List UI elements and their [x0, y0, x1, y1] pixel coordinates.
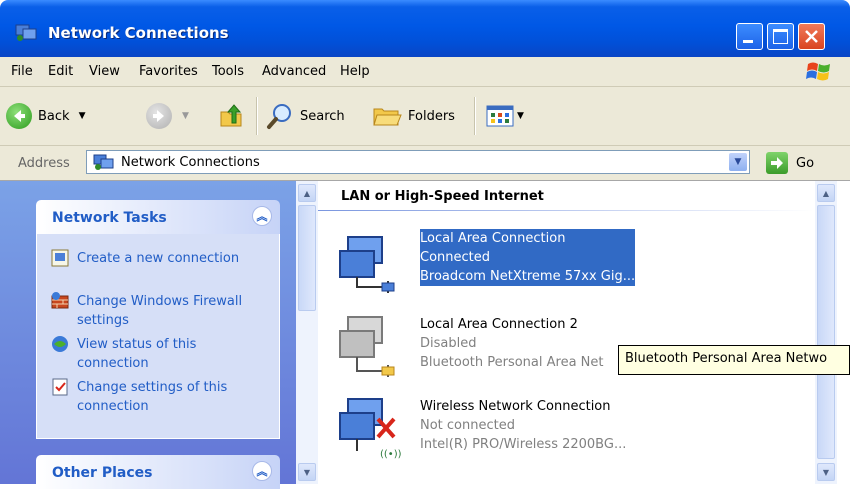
- back-arrow-icon: [6, 103, 32, 129]
- task-pane-scrollbar[interactable]: ▲ ▼: [296, 181, 318, 484]
- search-icon: [267, 104, 291, 129]
- connection-details: Local Area Connection Connected Broadcom…: [420, 229, 636, 286]
- connection-name: Local Area Connection: [420, 229, 636, 248]
- connection-status: Disabled: [420, 336, 477, 351]
- chevron-down-icon: ▼: [822, 467, 830, 477]
- connection-status: Connected: [420, 248, 636, 267]
- network-connections-icon: [93, 154, 114, 170]
- task-label: Create a new connection: [77, 251, 240, 266]
- search-label: Search: [300, 108, 345, 124]
- scroll-thumb[interactable]: [817, 205, 835, 459]
- chevron-down-icon: ▼: [734, 157, 742, 167]
- chevron-up-icon: ▲: [822, 188, 830, 198]
- connections-scrollbar[interactable]: ▲ ▼: [815, 181, 837, 484]
- lan-connection-icon: [339, 236, 395, 293]
- task-create-connection[interactable]: Create a new connection: [51, 249, 257, 268]
- collapse-chevron-icon[interactable]: ︽: [252, 461, 272, 481]
- address-label: Address: [18, 156, 70, 171]
- go-button[interactable]: [766, 152, 788, 174]
- back-button[interactable]: Back ▼: [6, 87, 85, 145]
- network-tasks-panel: Create a new connection Change Windows F…: [36, 234, 280, 439]
- scroll-thumb[interactable]: [298, 205, 316, 311]
- close-button[interactable]: [798, 23, 825, 50]
- folders-icon: [373, 108, 402, 126]
- up-folder-icon: [220, 104, 242, 127]
- network-tasks-header[interactable]: Network Tasks ︽: [36, 200, 280, 234]
- menu-help[interactable]: Help: [340, 64, 370, 79]
- forward-dropdown-icon[interactable]: ▼: [182, 111, 189, 121]
- go-label[interactable]: Go: [796, 156, 814, 171]
- lan-connection-disabled-icon: [339, 316, 395, 377]
- windows-logo-icon: [806, 62, 830, 81]
- menu-advanced[interactable]: Advanced: [262, 64, 326, 79]
- forward-button[interactable]: ▼: [146, 87, 189, 145]
- address-value: Network Connections: [121, 155, 260, 170]
- connection-device: Broadcom NetXtreme 57xx Gig...: [420, 267, 636, 286]
- menu-bar: File Edit View Favorites Tools Advanced …: [0, 57, 850, 87]
- task-label: Change settings of this connection: [77, 380, 228, 414]
- minimize-button[interactable]: [736, 23, 763, 50]
- group-divider: [318, 210, 814, 211]
- close-icon: [805, 30, 818, 43]
- other-places-title: Other Places: [52, 465, 153, 481]
- back-label: Back: [38, 108, 70, 124]
- connection-status: Not connected: [420, 418, 515, 433]
- views-button[interactable]: ▼: [486, 87, 524, 145]
- task-change-settings[interactable]: Change settings of this connection: [51, 378, 257, 416]
- firewall-icon: [51, 292, 69, 309]
- address-dropdown-button[interactable]: ▼: [729, 153, 747, 171]
- forward-arrow-icon: [146, 103, 172, 129]
- task-label: Change Windows Firewall settings: [77, 294, 243, 328]
- folders-button[interactable]: Folders: [372, 87, 455, 145]
- back-dropdown-icon[interactable]: ▼: [79, 111, 86, 121]
- scroll-down-button[interactable]: ▼: [298, 463, 316, 481]
- chevron-up-icon: ▲: [303, 188, 311, 198]
- scroll-up-button[interactable]: ▲: [298, 184, 316, 202]
- views-icon: [486, 105, 514, 127]
- address-field[interactable]: Network Connections ▼: [86, 150, 750, 174]
- task-label: View status of this connection: [77, 337, 197, 371]
- address-bar: Address Network Connections ▼ Go: [0, 146, 850, 181]
- maximize-button[interactable]: [767, 23, 794, 50]
- connection-details: Wireless Network Connection Not connecte…: [420, 397, 626, 454]
- connections-list: LAN or High-Speed Internet Local Area Co…: [318, 181, 814, 484]
- svg-text:((•)): ((•)): [380, 449, 402, 460]
- scroll-down-button[interactable]: ▼: [817, 463, 835, 481]
- scroll-up-button[interactable]: ▲: [817, 184, 835, 202]
- status-icon: [52, 336, 68, 352]
- minimize-icon: [743, 40, 753, 43]
- menu-view[interactable]: View: [89, 64, 120, 79]
- maximize-icon: [773, 29, 788, 44]
- collapse-chevron-icon[interactable]: ︽: [252, 206, 272, 226]
- task-change-firewall[interactable]: Change Windows Firewall settings: [51, 292, 257, 330]
- wireless-connection-icon: ((•)): [339, 398, 402, 460]
- menu-file[interactable]: File: [11, 64, 33, 79]
- new-connection-icon: [51, 249, 69, 267]
- folders-label: Folders: [408, 108, 455, 124]
- go-arrow-icon: [771, 157, 783, 169]
- group-header: LAN or High-Speed Internet: [341, 189, 544, 204]
- menu-favorites[interactable]: Favorites: [139, 64, 198, 79]
- connection-device: Intel(R) PRO/Wireless 2200BG...: [420, 437, 627, 452]
- chevron-down-icon: ▼: [303, 467, 311, 477]
- title-bar: Network Connections: [0, 0, 850, 57]
- network-tasks-title: Network Tasks: [52, 210, 167, 226]
- search-button[interactable]: Search: [266, 87, 345, 145]
- connection-details: Local Area Connection 2 Disabled Bluetoo…: [420, 315, 604, 372]
- menu-tools[interactable]: Tools: [212, 64, 244, 79]
- tooltip: Bluetooth Personal Area Netwo: [618, 345, 850, 375]
- window-title: Network Connections: [48, 24, 229, 42]
- network-connections-icon: [15, 24, 37, 41]
- menu-edit[interactable]: Edit: [48, 64, 73, 79]
- connection-name: Local Area Connection 2: [420, 317, 578, 332]
- views-dropdown-icon[interactable]: ▼: [517, 111, 524, 121]
- up-folder-button[interactable]: [218, 87, 244, 145]
- standard-toolbar: Back ▼ ▼ Search Folders ▼: [0, 87, 850, 146]
- connection-device: Bluetooth Personal Area Net: [420, 355, 604, 370]
- settings-icon: [52, 378, 68, 396]
- task-view-status[interactable]: View status of this connection: [51, 335, 257, 373]
- connection-name: Wireless Network Connection: [420, 399, 611, 414]
